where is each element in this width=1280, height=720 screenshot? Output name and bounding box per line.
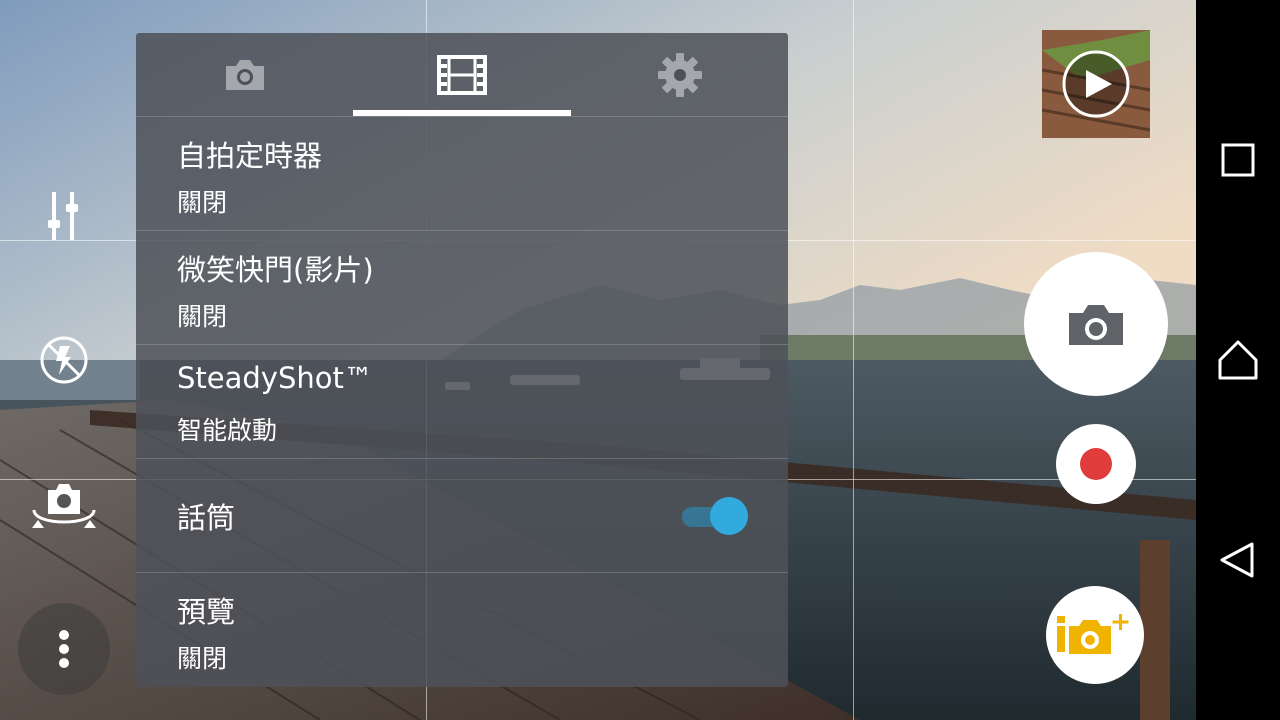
setting-value: 智能啟動 — [177, 416, 278, 445]
setting-steadyshot[interactable]: SteadyShot™ 智能啟動 — [136, 345, 788, 459]
settings-panel: 自拍定時器 關閉 微笑快門(影片) 關閉 SteadyShot™ 智能啟動 話筒… — [136, 33, 788, 687]
record-icon — [1080, 448, 1112, 480]
setting-title: 自拍定時器 — [177, 139, 323, 173]
setting-value: 關閉 — [177, 188, 228, 217]
setting-title: 預覽 — [177, 595, 236, 629]
tab-settings[interactable] — [571, 33, 788, 116]
more-options-button[interactable] — [18, 603, 110, 695]
home-button[interactable] — [1196, 318, 1280, 402]
setting-preview[interactable]: 預覽 關閉 — [136, 573, 788, 686]
sliders-icon — [48, 192, 78, 240]
home-icon — [1218, 340, 1258, 380]
setting-title: SteadyShot™ — [177, 361, 373, 395]
switch-camera-icon — [32, 484, 96, 528]
microphone-toggle[interactable] — [682, 497, 750, 535]
flash-button[interactable] — [38, 334, 90, 386]
toggle-knob — [710, 497, 748, 535]
setting-title: 微笑快門(影片) — [177, 253, 374, 287]
camera-modes-icon — [1057, 614, 1129, 654]
setting-microphone[interactable]: 話筒 — [136, 459, 788, 573]
gallery-thumbnail[interactable] — [1042, 30, 1150, 138]
settings-tabs — [136, 33, 788, 117]
setting-self-timer[interactable]: 自拍定時器 關閉 — [136, 117, 788, 231]
gear-icon — [657, 52, 702, 97]
back-triangle-icon — [1220, 542, 1254, 578]
recents-button[interactable] — [1196, 118, 1280, 202]
grid-line — [853, 0, 854, 720]
recents-square-icon — [1221, 143, 1255, 177]
switch-camera-button[interactable] — [28, 480, 100, 534]
shutter-button[interactable] — [1024, 252, 1168, 396]
camera-icon — [225, 59, 264, 90]
setting-title: 話筒 — [177, 500, 236, 535]
camera-modes-button[interactable] — [1046, 586, 1144, 684]
tab-photo[interactable] — [136, 33, 353, 116]
navigation-bar — [1196, 0, 1280, 720]
film-icon — [437, 54, 487, 95]
manual-settings-button[interactable] — [38, 190, 90, 242]
more-vertical-icon — [59, 630, 69, 668]
selected-tab-indicator — [353, 110, 571, 116]
gallery-thumbnail-play-icon — [1042, 30, 1150, 138]
tab-video[interactable] — [353, 33, 571, 116]
back-button[interactable] — [1196, 518, 1280, 602]
setting-smile-shutter[interactable]: 微笑快門(影片) 關閉 — [136, 231, 788, 345]
camera-shutter-icon — [1069, 305, 1123, 345]
record-button[interactable] — [1056, 424, 1136, 504]
setting-value: 關閉 — [177, 302, 228, 331]
flash-auto-icon — [40, 336, 88, 384]
setting-value: 關閉 — [177, 644, 228, 673]
